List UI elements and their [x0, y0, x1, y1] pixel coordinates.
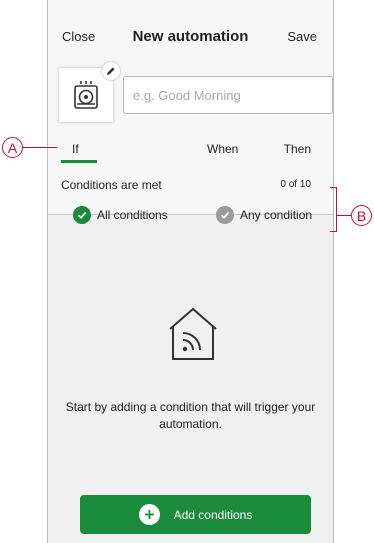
- edit-icon-button[interactable]: [102, 62, 120, 80]
- check-circle-icon: [216, 206, 234, 224]
- active-tab-indicator: [61, 160, 97, 163]
- callout-a-line: [23, 147, 57, 148]
- pencil-icon: [107, 67, 115, 75]
- tab-when[interactable]: When: [207, 142, 238, 156]
- any-condition-label: Any condition: [240, 208, 313, 222]
- empty-state-message: Start by adding a condition that will tr…: [65, 400, 316, 431]
- tab-then[interactable]: Then: [284, 142, 311, 156]
- automation-name-input[interactable]: [123, 76, 333, 114]
- callout-b-bracket: [330, 187, 337, 232]
- plus-icon: [138, 504, 160, 525]
- tab-if[interactable]: If: [72, 142, 79, 156]
- home-wifi-icon: [165, 305, 221, 366]
- any-condition-option[interactable]: Any condition: [216, 206, 312, 224]
- callout-b: B: [351, 205, 372, 226]
- add-conditions-button[interactable]: Add conditions: [80, 495, 311, 534]
- callout-b-line: [336, 215, 351, 216]
- automation-header-panel: Close New automation Save If When Then C…: [48, 0, 333, 224]
- automation-dial-icon: [74, 81, 98, 109]
- conditions-count: 0 of 10: [280, 179, 311, 190]
- conditions-label: Conditions are met: [61, 178, 162, 192]
- save-button[interactable]: Save: [287, 29, 317, 44]
- add-conditions-label: Add conditions: [173, 507, 253, 522]
- phone-screen: Close New automation Save If When Then C…: [47, 0, 334, 543]
- all-conditions-label: All conditions: [97, 208, 168, 222]
- all-conditions-option[interactable]: All conditions: [73, 206, 168, 224]
- callout-a: A: [2, 137, 23, 158]
- check-circle-icon: [73, 206, 91, 224]
